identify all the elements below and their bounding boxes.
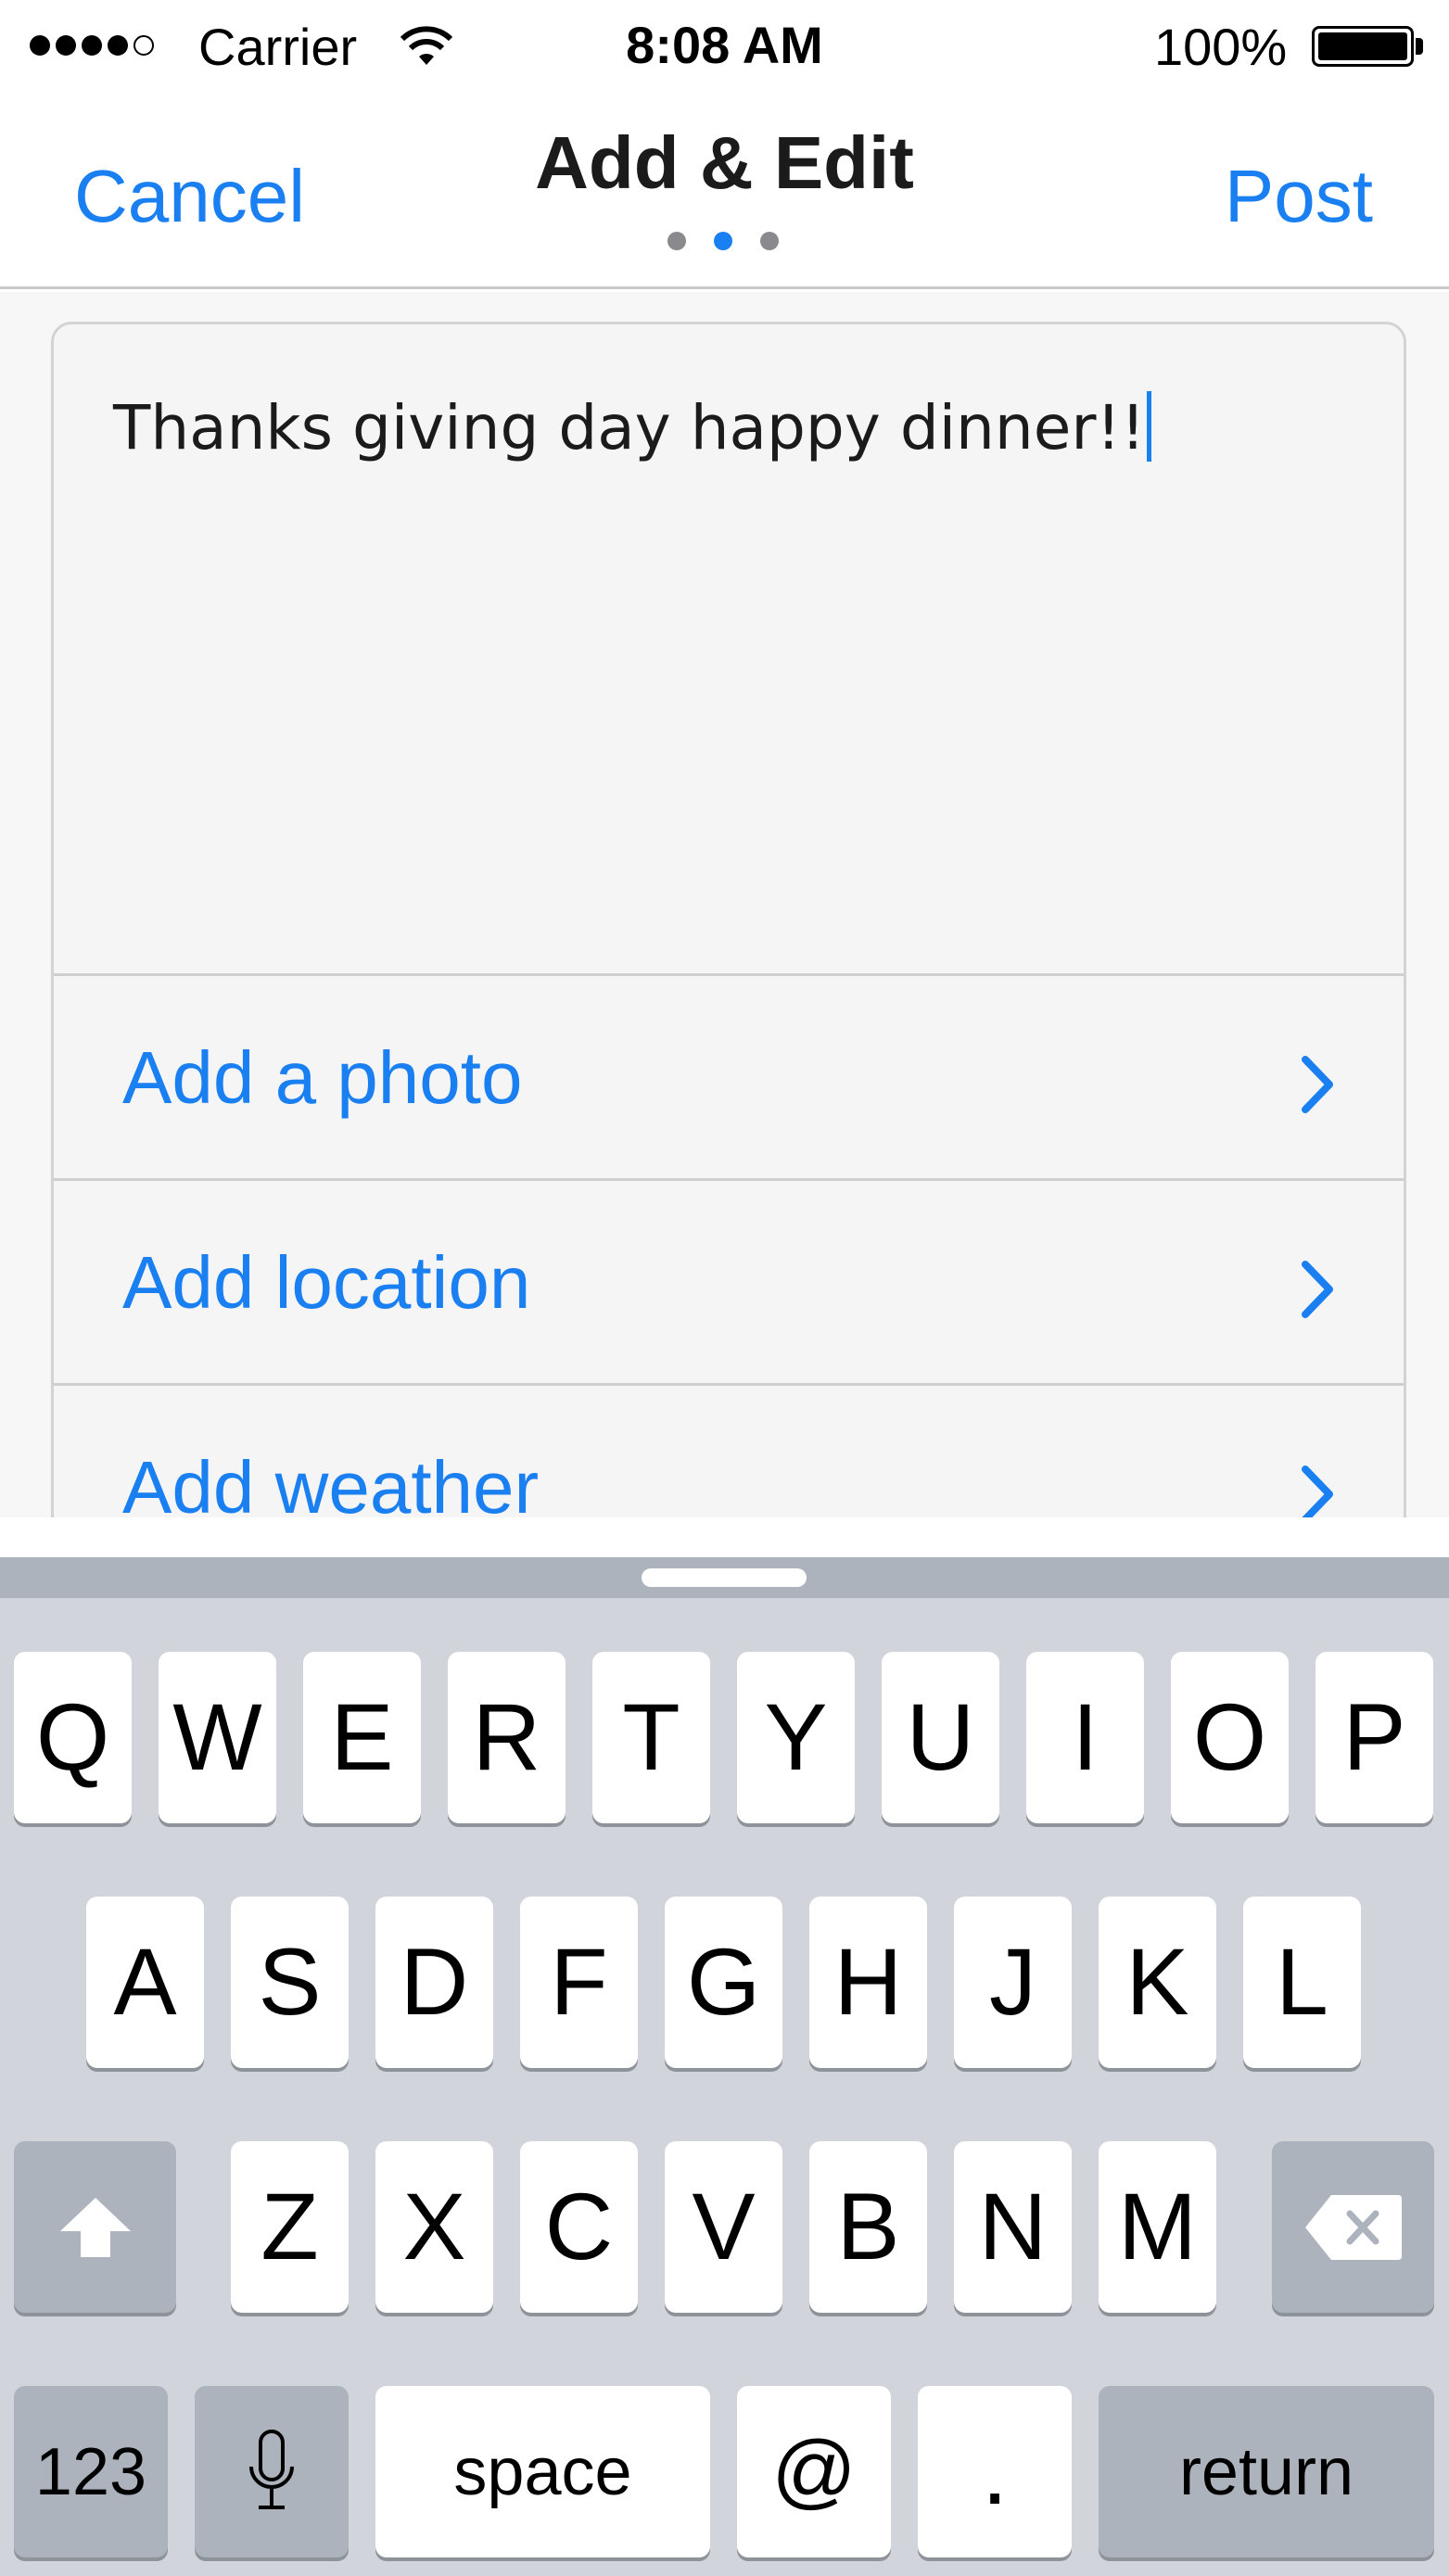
key-y[interactable]: Y bbox=[737, 1652, 855, 1823]
add-weather-row[interactable]: Add weather bbox=[54, 1383, 1404, 1517]
row-label: Add a photo bbox=[122, 1036, 523, 1119]
key-v[interactable]: V bbox=[665, 2141, 782, 2313]
key-u[interactable]: U bbox=[882, 1652, 999, 1823]
page-dot bbox=[760, 232, 779, 250]
battery-percent: 100% bbox=[1154, 18, 1288, 76]
add-photo-row[interactable]: Add a photo bbox=[54, 973, 1404, 1178]
space-key[interactable]: space bbox=[375, 2386, 710, 2557]
post-button[interactable]: Post bbox=[1225, 154, 1373, 239]
navigation-bar: Cancel Add & Edit Post bbox=[0, 93, 1449, 289]
key-x[interactable]: X bbox=[375, 2141, 493, 2313]
key-g[interactable]: G bbox=[665, 1897, 782, 2068]
keyboard-top-bar bbox=[0, 1557, 1449, 1598]
key-l[interactable]: L bbox=[1243, 1897, 1361, 2068]
key-w[interactable]: W bbox=[159, 1652, 276, 1823]
post-text-input[interactable]: Thanks giving day happy dinner!! bbox=[54, 324, 1404, 973]
key-e[interactable]: E bbox=[303, 1652, 421, 1823]
key-b[interactable]: B bbox=[809, 2141, 927, 2313]
shift-icon bbox=[59, 2197, 131, 2257]
page-dot bbox=[667, 232, 686, 250]
key-t[interactable]: T bbox=[592, 1652, 710, 1823]
keyboard: Q W E R T Y U I O P A S D F G H J K L Z … bbox=[0, 1557, 1449, 2576]
post-text: Thanks giving day happy dinner!! bbox=[113, 392, 1146, 463]
status-bar: Carrier 8:08 AM 100% bbox=[0, 0, 1449, 93]
key-s[interactable]: S bbox=[231, 1897, 349, 2068]
compose-area: Thanks giving day happy dinner!! Add a p… bbox=[0, 292, 1449, 1517]
key-c[interactable]: C bbox=[520, 2141, 638, 2313]
key-n[interactable]: N bbox=[954, 2141, 1072, 2313]
at-key[interactable]: @ bbox=[737, 2386, 891, 2557]
period-key[interactable]: . bbox=[918, 2386, 1072, 2557]
chevron-right-icon bbox=[1302, 1466, 1333, 1517]
key-h[interactable]: H bbox=[809, 1897, 927, 2068]
chevron-right-icon bbox=[1302, 1261, 1333, 1318]
page-dot-active bbox=[714, 232, 732, 250]
numbers-key[interactable]: 123 bbox=[14, 2386, 168, 2557]
keyboard-handle[interactable] bbox=[642, 1568, 807, 1587]
add-location-row[interactable]: Add location bbox=[54, 1178, 1404, 1383]
return-key[interactable]: return bbox=[1099, 2386, 1434, 2557]
chevron-right-icon bbox=[1302, 1056, 1333, 1113]
delete-key[interactable] bbox=[1272, 2141, 1434, 2313]
key-r[interactable]: R bbox=[448, 1652, 566, 1823]
key-j[interactable]: J bbox=[954, 1897, 1072, 2068]
key-a[interactable]: A bbox=[86, 1897, 204, 2068]
battery-tip bbox=[1416, 38, 1423, 55]
key-m[interactable]: M bbox=[1099, 2141, 1216, 2313]
key-o[interactable]: O bbox=[1171, 1652, 1289, 1823]
battery-icon bbox=[1312, 26, 1414, 67]
page-indicator[interactable] bbox=[667, 232, 779, 250]
row-label: Add weather bbox=[122, 1446, 540, 1517]
key-p[interactable]: P bbox=[1316, 1652, 1433, 1823]
key-d[interactable]: D bbox=[375, 1897, 493, 2068]
compose-card: Thanks giving day happy dinner!! Add a p… bbox=[51, 322, 1406, 1517]
key-f[interactable]: F bbox=[520, 1897, 638, 2068]
delete-icon bbox=[1304, 2194, 1402, 2260]
row-label: Add location bbox=[122, 1241, 531, 1324]
key-q[interactable]: Q bbox=[14, 1652, 132, 1823]
text-cursor bbox=[1147, 391, 1152, 462]
key-i[interactable]: I bbox=[1026, 1652, 1144, 1823]
key-k[interactable]: K bbox=[1099, 1897, 1216, 2068]
key-z[interactable]: Z bbox=[231, 2141, 349, 2313]
shift-key[interactable] bbox=[14, 2141, 176, 2313]
microphone-icon bbox=[249, 2429, 294, 2509]
dictation-key[interactable] bbox=[195, 2386, 349, 2557]
